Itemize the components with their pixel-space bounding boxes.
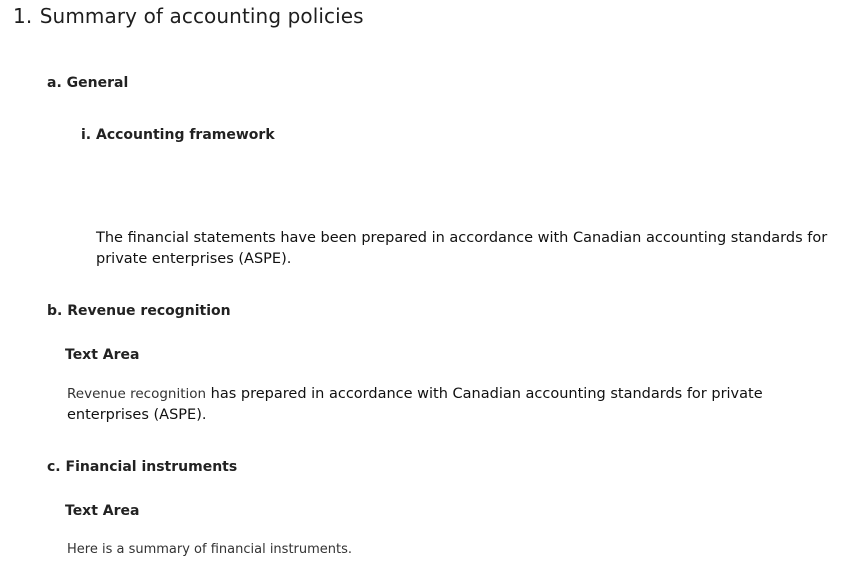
revenue-recognition-text: Revenue recognition has prepared in acco… bbox=[67, 384, 787, 426]
subsection-c-heading: c. Financial instruments bbox=[47, 459, 237, 475]
subsection-a-heading: a. General bbox=[47, 75, 128, 91]
revenue-text-area-label: Text Area bbox=[65, 347, 140, 363]
section-heading: 1. Summary of accounting policies bbox=[13, 4, 364, 28]
subsection-c-letter: c. bbox=[47, 459, 61, 475]
section-number: 1. bbox=[13, 4, 33, 28]
financial-instruments-text: Here is a summary of financial instrumen… bbox=[67, 542, 353, 557]
subsection-b-letter: b. bbox=[47, 303, 63, 319]
subsection-b-heading: b. Revenue recognition bbox=[47, 303, 231, 319]
subsection-a-letter: a. bbox=[47, 75, 62, 91]
subsection-c-title: Financial instruments bbox=[65, 459, 238, 475]
item-i-heading: i. Accounting framework bbox=[81, 127, 275, 143]
item-i-numeral: i. bbox=[81, 127, 92, 143]
accounting-framework-text: The financial statements have been prepa… bbox=[96, 230, 828, 267]
financial-text-area-label: Text Area bbox=[65, 503, 140, 519]
revenue-recognition-lead: Revenue recognition bbox=[67, 386, 207, 402]
subsection-b-title: Revenue recognition bbox=[67, 303, 231, 319]
subsection-a-title: General bbox=[66, 75, 129, 91]
section-title: Summary of accounting policies bbox=[39, 4, 364, 28]
item-i-title: Accounting framework bbox=[96, 127, 275, 143]
